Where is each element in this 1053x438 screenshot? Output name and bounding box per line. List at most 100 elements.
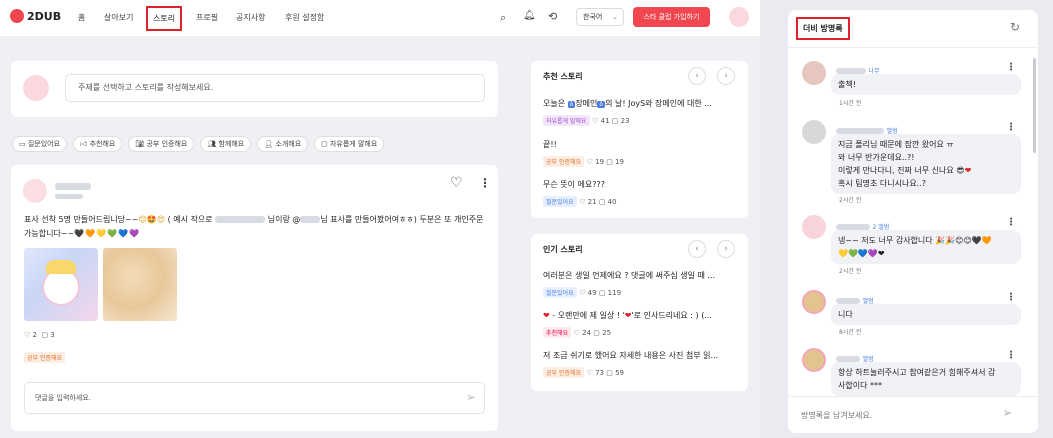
more-icon[interactable]: ⋮ [479,176,491,190]
guestbook-message: 지금 폴리님 때문에 잠깐 왔어요 ㅠ 와 너무 반가운데요..?! 이렇게 만… [831,134,1021,194]
popular-title: 인기 스토리 [543,245,583,254]
rec-item-3-tag: 질문있어요 [543,196,577,207]
guestbook-message-line2: 사합이다 *** [838,381,882,390]
nav-home[interactable]: 홈 [78,12,85,23]
pop-item-3-tag: 공부 인증해요 [543,367,585,378]
refresh-icon[interactable]: ↻ [1010,20,1020,34]
pop-item-1-title: 여러분은 생일 언제에요 ? 댓글에 써주심 생일 때 ... [543,271,716,280]
nav-story[interactable]: 스토리 [146,6,183,31]
pop-item-1[interactable]: 여러분은 생일 언제에요 ? 댓글에 써주심 생일 때 ... 질문있어요 ♡ … [543,270,743,298]
pop-item-3[interactable]: 저 조금 쉬기로 했어요 자세한 내용은 사진 첨부 읽... 공부 인증해요 … [543,350,743,378]
user-avatar[interactable] [729,7,749,27]
story-input[interactable]: 주제를 선택하고 스토리를 작성해보세요. [65,74,485,102]
post-text: 표사 선착 5명 만들어드립니당~~😊🤩😍 ( 예시 작으로 님이랑 @ 님 표사… [24,215,484,238]
guestbook-avatar[interactable] [802,215,826,239]
camera-icon: 📷︎ [135,140,147,148]
nav-live[interactable]: 살아보기 [104,12,133,23]
comment-input[interactable]: 댓글을 입력하세요. ➢ [24,382,485,414]
guestbook-message-line4: 혹시 팀명초 다니시나요..? [838,179,927,188]
history-icon[interactable]: ⟲ [548,10,557,23]
guestbook-input-placeholder: 방명록을 남겨보세요. [801,411,873,420]
post-text-part2: ( 예시 작으로 [167,215,213,224]
post-like-count: 2 [32,331,37,339]
heart-icon[interactable]: ♡ [450,175,463,191]
logo[interactable]: 2DUB [10,9,61,23]
pop-item-2-title-end: '로 인사드리네요 : ) (... [631,311,712,320]
nav-support[interactable]: 후원 설정함 [285,12,324,23]
prev-arrow-icon[interactable]: ‹ [688,67,706,85]
filter-bar: ▭ 질문있어요 👍︎ 추천해요 📷︎ 공부 인증해요 👥︎ 함께해요 👤︎ 소개… [12,136,385,152]
post-author-avatar[interactable] [23,179,47,203]
guestbook-message: 넹~~ 저도 너무 감사합니다 🎉🎉😊😊🖤🧡 💛💚💙💜❤︎ [831,230,1021,264]
filter-recommend-label: 추천해요 [89,140,116,148]
send-icon[interactable]: ➢ [1002,406,1013,421]
rec-item-2[interactable]: 끝!! 공부 인증해요 ♡ 19 ▢ 19 [543,139,743,167]
join-star-club-button[interactable]: 스타 클럽 가입하기 [633,7,710,27]
filter-question[interactable]: ▭ 질문있어요 [12,136,68,152]
bell-icon[interactable]: 🔔︎ [523,10,536,21]
guestbook-avatar[interactable] [802,290,826,314]
rec-item-3-likes: 21 [587,198,597,206]
guestbook-avatar[interactable] [802,61,826,85]
more-icon[interactable]: ⋮ [1006,122,1016,133]
guestbook-avatar[interactable] [802,348,826,372]
rec-item-1[interactable]: 오늘은 ô 장메인 ô 의 날! JoyS와 장메인에 대한 ... 자유롭게 말해요… [543,98,743,126]
pop-item-2-title-start: - 오랜만에 제 일상 ! ' [552,311,625,320]
guestbook-input[interactable]: 방명록을 남겨보세요. ➢ [788,396,1038,433]
language-select[interactable]: 한국어 ⌄ [576,8,624,26]
search-icon[interactable]: ⌕ [500,11,506,25]
recommended-stories: 추천 스토리 ‹ › 오늘은 ô 장메인 ô 의 날! JoyS와 장메인에 대한 .… [531,61,748,218]
more-icon[interactable]: ⋮ [1006,350,1016,361]
post-image-2[interactable] [103,248,177,321]
pop-item-1-stats: ♡ 49 ▢ 119 [579,289,622,297]
top-header: 2DUB 홈 살아보기 스토리 프로필 공지사항 후원 설정함 ⌕ 🔔︎ ⟲ 한… [0,0,760,36]
guestbook-message-line1: 출첵! [838,80,856,89]
language-label: 한국어 [583,13,603,21]
filter-free-talk[interactable]: ▢ 자유롭게 말해요 [314,136,385,152]
scrollbar[interactable] [1033,58,1036,153]
post-text-part1: 표사 선착 5명 만들어드립니당~~ [24,215,139,224]
pop-item-2-comments: 25 [602,329,612,337]
next-arrow-icon[interactable]: › [717,240,735,258]
rec-item-2-comments: 19 [615,158,625,166]
more-icon[interactable]: ⋮ [1006,62,1016,73]
guestbook-message-line1: 항상 하트눌러주시고 참여같은거 힘해주셔서 감 [838,368,996,377]
pop-item-2-likes: 24 [582,329,592,337]
like-icon[interactable]: ♡ [24,331,30,339]
guestbook-message-line1: 지금 폴리님 때문에 잠깐 왔어요 ㅠ [838,140,954,149]
post-tag[interactable]: 공부 인증해요 [24,352,66,363]
pop-item-2[interactable]: ❤︎ - 오랜만에 제 일상 ! '❤︎'로 인사드리네요 : ) (... 추… [543,310,743,338]
rec-item-1-likes: 41 [600,117,610,125]
post-author-name[interactable] [55,183,91,190]
filter-introduce[interactable]: 👤︎ 소개해요 [257,136,309,152]
filter-recommend[interactable]: 👍︎ 추천해요 [73,136,123,152]
question-icon: ▭ [19,140,28,148]
logo-text: 2DUB [27,9,62,23]
nav-profile[interactable]: 프로필 [196,12,218,23]
filter-together[interactable]: 👥︎ 함께해요 [200,136,252,152]
filter-introduce-label: 소개해요 [275,140,302,148]
nav-notice[interactable]: 공지사항 [236,12,265,23]
more-icon[interactable]: ⋮ [1006,217,1016,228]
filter-study[interactable]: 📷︎ 공부 인증해요 [128,136,195,152]
send-icon[interactable]: ➢ [466,390,476,404]
rec-item-2-tag: 공부 인증해요 [543,156,585,167]
more-icon[interactable]: ⋮ [1006,292,1016,303]
pop-item-1-comments: 119 [607,289,622,297]
composer-avatar [23,75,49,101]
rec-item-1-title-pre: 오늘은 [543,99,566,108]
rec-item-3[interactable]: 무슨 뜻이 에요??? 질문있어요 ♡ 21 ▢ 40 [543,179,743,207]
next-arrow-icon[interactable]: › [717,67,735,85]
guestbook-avatar[interactable] [802,120,826,144]
rec-item-2-title: 끝!! [543,140,557,149]
comment-icon[interactable]: ▢ [41,331,48,339]
guestbook-time: 2시간 전 [839,268,862,275]
pop-item-3-stats: ♡ 73 ▢ 59 [586,369,625,377]
rec-item-1-title-mid1: 장메인 [575,99,598,108]
prev-arrow-icon[interactable]: ‹ [688,240,706,258]
guestbook-time: 2시간 전 [839,197,862,204]
rec-item-2-likes: 19 [595,158,605,166]
post-image-1[interactable] [24,248,98,321]
rec-item-1-tag: 자유롭게 말해요 [543,115,590,126]
popular-stories: 인기 스토리 ‹ › 여러분은 생일 언제에요 ? 댓글에 써주심 생일 때 .… [531,234,748,391]
